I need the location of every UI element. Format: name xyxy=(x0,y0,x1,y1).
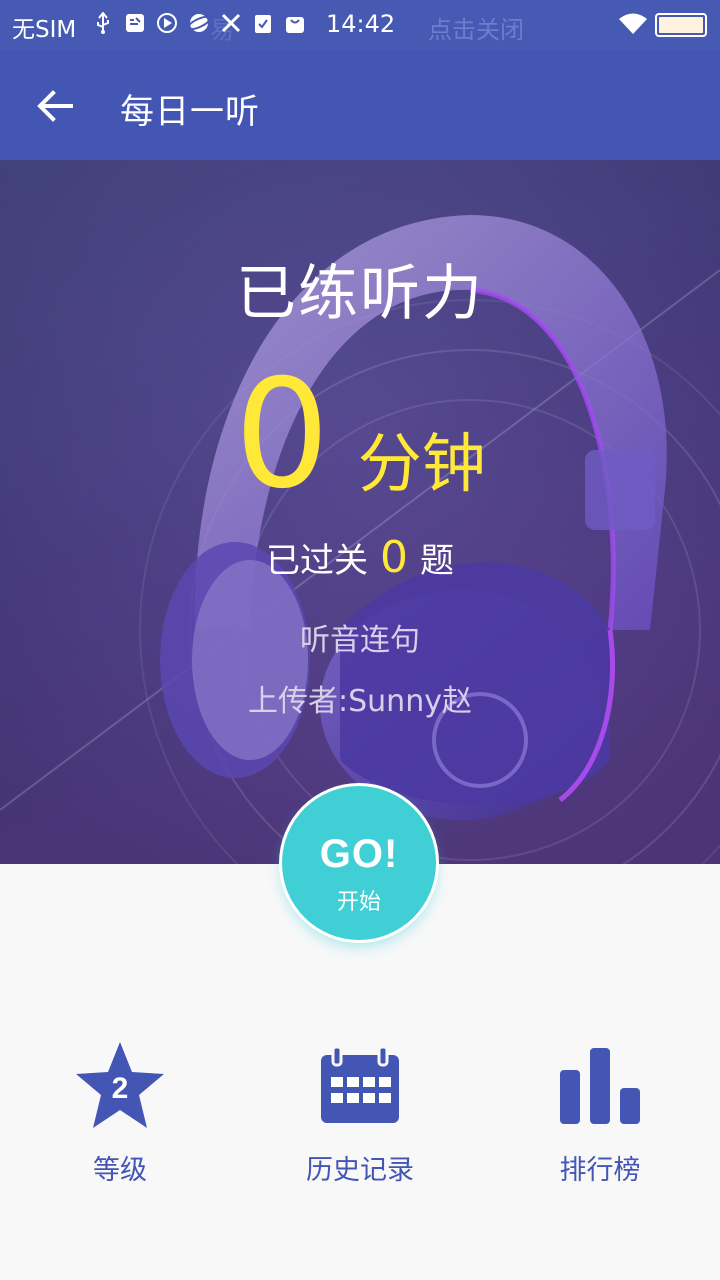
shopping-bag-icon xyxy=(284,12,306,34)
passed-prefix: 已过关 xyxy=(266,541,368,581)
status-notice-faded: 点击关闭 xyxy=(428,16,524,44)
status-time: 14:42 xyxy=(326,10,396,38)
nav-history[interactable]: 历史记录 xyxy=(260,1040,460,1190)
app-bar: 每日一听 xyxy=(0,50,720,160)
tools-icon xyxy=(220,12,242,34)
usb-icon xyxy=(92,12,114,34)
level-badge: 2 xyxy=(112,1072,129,1105)
arrow-left-icon xyxy=(37,90,73,122)
wifi-icon xyxy=(618,12,648,40)
clipboard-check-icon xyxy=(252,12,274,34)
hero-panel: 已练听力 0 分钟 已过关 0 题 听音连句 上传者:Sunny赵 xyxy=(0,160,720,864)
minutes-unit: 分钟 xyxy=(357,428,486,502)
nav-level[interactable]: 2 等级 xyxy=(20,1040,220,1190)
status-bar: 易 无SIM 14:42 点击关闭 xyxy=(0,0,720,50)
back-button[interactable] xyxy=(30,82,80,130)
passed-value: 0 xyxy=(380,532,408,583)
minutes-value: 0 xyxy=(234,348,330,522)
bar-chart-icon xyxy=(500,1040,700,1130)
nav-ranking[interactable]: 排行榜 xyxy=(500,1040,700,1190)
passed-suffix: 题 xyxy=(420,541,454,581)
page-title: 每日一听 xyxy=(120,92,260,132)
carrier-label: 无SIM xyxy=(12,17,77,43)
play-store-icon xyxy=(156,12,178,34)
calendar-icon xyxy=(260,1040,460,1130)
debug-icon xyxy=(124,12,146,34)
exercise-category: 听音连句 xyxy=(300,623,420,658)
browser-icon xyxy=(188,12,210,34)
status-icons xyxy=(92,12,306,34)
star-level-icon: 2 xyxy=(20,1040,220,1130)
uploader-label: 上传者:Sunny赵 xyxy=(248,684,472,719)
minutes-stat: 0 分钟 xyxy=(0,360,720,510)
nav-ranking-label: 排行榜 xyxy=(559,1155,641,1186)
go-start-button[interactable]: GO! 开始 xyxy=(282,786,436,940)
practiced-title: 已练听力 xyxy=(236,259,484,329)
battery-icon xyxy=(655,13,707,37)
nav-level-label: 等级 xyxy=(93,1155,147,1186)
passed-stat: 已过关 0 题 xyxy=(0,532,720,583)
go-label: GO! xyxy=(319,832,399,876)
go-sublabel: 开始 xyxy=(336,890,381,915)
nav-history-label: 历史记录 xyxy=(306,1155,414,1186)
